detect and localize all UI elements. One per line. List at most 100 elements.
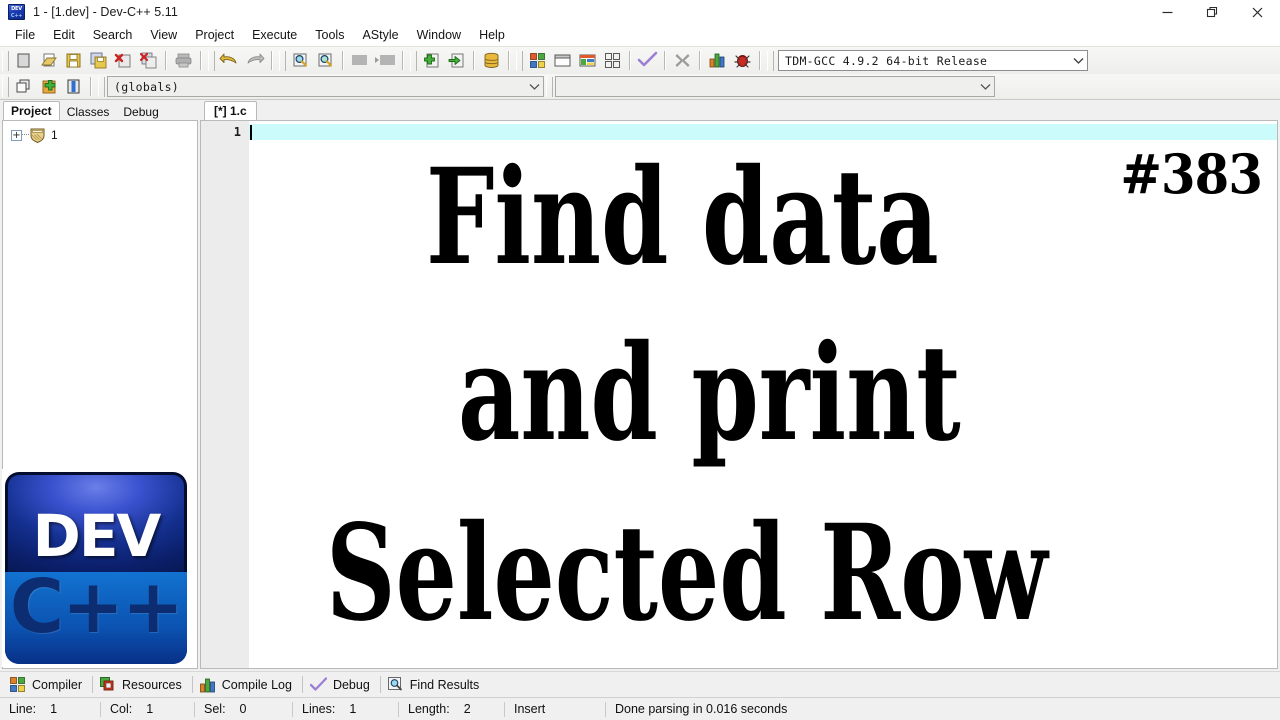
tab-classes[interactable]: Classes	[59, 103, 117, 121]
book-blue-button[interactable]	[61, 75, 86, 98]
menu-file[interactable]: File	[6, 26, 44, 44]
save-button[interactable]	[61, 49, 86, 72]
tree-connector	[22, 134, 29, 136]
windows-cascade-button[interactable]	[11, 75, 36, 98]
title-bar: 1 - [1.dev] - Dev-C++ 5.11	[0, 0, 1280, 24]
printer-button[interactable]	[171, 49, 196, 72]
line-number-gutter: 1	[201, 121, 249, 668]
compiler-set-value: TDM-GCC 4.9.2 64-bit Release	[785, 53, 988, 68]
tab-compile-log-label: Compile Log	[221, 677, 292, 692]
tree-node-project[interactable]: + 1	[3, 126, 197, 144]
add-green-plus-button[interactable]	[36, 75, 61, 98]
menu-project[interactable]: Project	[186, 26, 243, 44]
close-button[interactable]	[1235, 0, 1280, 24]
toolbar-row-classbrowser: (globals)	[0, 74, 1280, 99]
menu-window[interactable]: Window	[408, 26, 470, 44]
compile-log-bars-icon	[199, 677, 216, 693]
chevron-down-icon	[977, 83, 994, 91]
new-project-button[interactable]	[419, 49, 444, 72]
toolbar-separator	[90, 77, 92, 96]
menu-edit[interactable]: Edit	[44, 26, 84, 44]
left-panel: Project Classes Debug + 1	[0, 100, 200, 671]
tab-compile-log[interactable]: Compile Log	[194, 675, 301, 695]
menu-help[interactable]: Help	[470, 26, 514, 44]
tab-separator	[191, 676, 193, 693]
menu-tools[interactable]: Tools	[306, 26, 353, 44]
class-browser-member-dropdown[interactable]	[555, 76, 995, 97]
profile-bars-button[interactable]	[705, 49, 730, 72]
toolbar-grip[interactable]	[2, 50, 9, 71]
toolbar-grip[interactable]	[767, 50, 774, 71]
status-sel: Sel: 0	[195, 698, 292, 720]
project-options-button[interactable]	[479, 49, 504, 72]
toolbar-grip[interactable]	[410, 50, 417, 71]
toolbar-row-main: TDM-GCC 4.9.2 64-bit Release	[0, 47, 1280, 74]
editor-tab-1c[interactable]: [*] 1.c	[204, 101, 257, 121]
menu-view[interactable]: View	[141, 26, 186, 44]
tab-debug[interactable]: Debug	[304, 675, 379, 695]
tab-compiler-label: Compiler	[32, 677, 83, 692]
tab-separator	[301, 676, 303, 693]
compile-run-button[interactable]	[575, 49, 600, 72]
main-area: Project Classes Debug + 1 [*] 1.c 1	[0, 100, 1280, 671]
menu-search[interactable]: Search	[84, 26, 142, 44]
undo-button[interactable]	[217, 49, 242, 72]
debug-bug-button[interactable]	[730, 49, 755, 72]
tab-debug[interactable]: Debug	[116, 103, 166, 121]
minimize-button[interactable]	[1145, 0, 1190, 24]
compiler-set-dropdown[interactable]: TDM-GCC 4.9.2 64-bit Release	[778, 50, 1088, 71]
left-panel-tabs: Project Classes Debug	[0, 100, 200, 121]
status-sel-value: 0	[239, 702, 247, 716]
toolbar-grip[interactable]	[2, 76, 9, 97]
close-file-button[interactable]	[111, 49, 136, 72]
code-editor[interactable]: 1	[200, 120, 1278, 669]
bottom-tab-bar: Compiler Resources Compile Log Debug Fin…	[0, 671, 1280, 697]
toolbar-grip[interactable]	[516, 50, 523, 71]
replace-magnifier-button[interactable]	[313, 49, 338, 72]
toolbar-grip[interactable]	[208, 50, 215, 71]
redo-button[interactable]	[242, 49, 267, 72]
close-all-button[interactable]	[136, 49, 161, 72]
status-sel-key: Sel:	[204, 702, 226, 716]
gutter-line-1: 1	[233, 125, 241, 139]
tab-compiler[interactable]: Compiler	[4, 675, 91, 695]
toolbar-separator	[629, 51, 631, 70]
chevron-down-icon	[1070, 57, 1087, 65]
chevron-down-icon	[526, 83, 543, 91]
editor-tabs: [*] 1.c	[200, 100, 1280, 121]
open-folder-button[interactable]	[36, 49, 61, 72]
goto-next-button	[373, 49, 398, 72]
status-col: Col: 1	[101, 698, 194, 720]
add-to-project-button[interactable]	[444, 49, 469, 72]
find-magnifier-button[interactable]	[288, 49, 313, 72]
status-message: Done parsing in 0.016 seconds	[615, 702, 788, 716]
rebuild-all-button[interactable]	[600, 49, 625, 72]
run-window-button[interactable]	[550, 49, 575, 72]
project-tree[interactable]: + 1	[2, 120, 198, 669]
expand-toggle[interactable]: +	[11, 129, 22, 141]
compile-button[interactable]	[525, 49, 550, 72]
toolbar-grip[interactable]	[279, 50, 286, 71]
checkmark-button[interactable]	[635, 49, 660, 72]
status-col-key: Col:	[110, 702, 133, 716]
menu-astyle[interactable]: AStyle	[353, 26, 407, 44]
tab-find-results-label: Find Results	[409, 677, 480, 692]
toolbar-grip[interactable]	[98, 76, 105, 97]
tab-find-results[interactable]: Find Results	[382, 675, 488, 695]
code-text-area[interactable]	[249, 121, 1277, 668]
goto-line-button	[348, 49, 373, 72]
window-controls	[1145, 0, 1280, 24]
toolbar-grip[interactable]	[546, 76, 553, 97]
class-browser-scope-dropdown[interactable]: (globals)	[107, 76, 544, 97]
tab-resources-label: Resources	[122, 677, 182, 692]
tab-project[interactable]: Project	[3, 101, 60, 121]
restore-button[interactable]	[1190, 0, 1235, 24]
status-lines: Lines: 1	[293, 698, 398, 720]
tab-debug-label: Debug	[332, 677, 370, 692]
editor-panel: [*] 1.c 1	[200, 100, 1280, 671]
new-file-button[interactable]	[11, 49, 36, 72]
resources-icon	[100, 676, 116, 693]
tab-resources[interactable]: Resources	[94, 675, 191, 695]
menu-execute[interactable]: Execute	[243, 26, 306, 44]
save-all-button[interactable]	[86, 49, 111, 72]
